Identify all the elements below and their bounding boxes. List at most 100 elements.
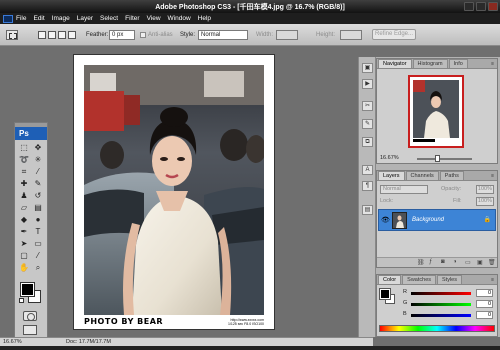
width-input[interactable] <box>276 30 298 40</box>
layer-mask-icon[interactable]: ◙ <box>441 259 445 265</box>
tab-histogram[interactable]: Histogram <box>412 59 448 68</box>
zoom-tool-icon[interactable]: ⌕ <box>32 262 44 273</box>
layers-footer: ⛓ ƒ ◙ ◑ ▭ ▣ 🗑 <box>377 257 497 267</box>
link-layers-icon[interactable]: ⛓ <box>417 259 425 266</box>
layers-panel-menu-icon[interactable]: ≡ <box>491 173 494 179</box>
minimize-button[interactable] <box>464 2 474 11</box>
crop-tool-icon[interactable]: ⌗ <box>18 166 30 177</box>
app-logo-icon[interactable] <box>3 14 13 23</box>
channel-r-slider[interactable] <box>411 292 471 295</box>
style-select[interactable]: Normal <box>198 30 248 40</box>
opacity-input[interactable]: 100% <box>476 185 494 194</box>
tab-layers[interactable]: Layers <box>378 171 405 180</box>
marquee-tool-icon[interactable]: ⬚ <box>18 142 30 153</box>
menu-image[interactable]: Image <box>52 15 70 22</box>
eraser-tool-icon[interactable]: ▱ <box>18 202 30 213</box>
navigator-zoom-slider[interactable] <box>417 158 472 160</box>
navigator-thumbnail[interactable] <box>408 75 464 148</box>
new-selection-icon[interactable] <box>38 31 46 39</box>
color-panel: Color Swatches Styles ≡ R 0 G 0 B 0 <box>376 274 498 337</box>
status-zoom[interactable]: 16.67% <box>3 339 22 345</box>
color-fg-swatch[interactable] <box>379 288 391 300</box>
paragraph-panel-icon[interactable]: ¶ <box>362 181 373 191</box>
history-brush-tool-icon[interactable]: ↺ <box>32 190 44 201</box>
type-tool-icon[interactable]: T <box>32 226 44 237</box>
channel-g-input[interactable]: 0 <box>476 300 493 308</box>
tool-presets-panel-icon[interactable]: ✂ <box>362 101 373 111</box>
layer-row[interactable]: 👁 Background 🔒 <box>378 209 496 231</box>
layer-name[interactable]: Background <box>412 217 444 223</box>
color-spectrum[interactable] <box>379 325 495 332</box>
menu-file[interactable]: File <box>16 15 26 22</box>
color-panel-menu-icon[interactable]: ≡ <box>491 277 494 283</box>
foreground-color-swatch[interactable] <box>20 282 35 297</box>
channel-r-input[interactable]: 0 <box>476 289 493 297</box>
gradient-tool-icon[interactable]: ▤ <box>32 202 44 213</box>
intersect-selection-icon[interactable] <box>68 31 76 39</box>
pen-tool-icon[interactable]: ✒ <box>18 226 30 237</box>
magic-wand-tool-icon[interactable]: ✳ <box>32 154 44 165</box>
adjustment-layer-icon[interactable]: ◑ <box>453 259 457 265</box>
channel-b-input[interactable]: 0 <box>476 311 493 319</box>
navigator-zoom-knob[interactable] <box>435 155 440 162</box>
new-group-icon[interactable]: ▭ <box>465 259 471 266</box>
layer-comps-panel-icon[interactable]: ▤ <box>362 205 373 215</box>
tab-navigator[interactable]: Navigator <box>378 59 412 68</box>
ps-logo: Ps <box>15 127 47 140</box>
tab-info[interactable]: Info <box>448 59 468 68</box>
document-canvas[interactable]: PHOTO BY BEAR http://www.xxxxx.com 1/125… <box>73 54 275 330</box>
clone-stamp-tool-icon[interactable]: ♟ <box>18 190 30 201</box>
add-selection-icon[interactable] <box>48 31 56 39</box>
quick-mask-button[interactable] <box>23 311 37 321</box>
menu-select[interactable]: Select <box>100 15 118 22</box>
path-selection-tool-icon[interactable]: ➤ <box>18 238 30 249</box>
blur-tool-icon[interactable]: ◆ <box>18 214 30 225</box>
refine-edge-button[interactable]: Refine Edge... <box>372 29 416 40</box>
brush-tool-icon[interactable]: ✎ <box>32 178 44 189</box>
navigator-zoom-value[interactable]: 16.67% <box>380 155 399 161</box>
channel-g-slider[interactable] <box>411 303 471 306</box>
feather-input[interactable]: 0 px <box>109 30 135 40</box>
menu-window[interactable]: Window <box>168 15 191 22</box>
slice-tool-icon[interactable]: ⁄ <box>32 166 44 177</box>
move-tool-icon[interactable]: ✥ <box>32 142 44 153</box>
tab-paths[interactable]: Paths <box>439 171 464 180</box>
menu-edit[interactable]: Edit <box>33 15 44 22</box>
new-layer-icon[interactable]: ▣ <box>477 259 483 266</box>
default-colors-icon[interactable] <box>19 298 24 303</box>
actions-panel-icon[interactable]: ▶ <box>362 79 373 89</box>
close-button[interactable] <box>488 2 498 11</box>
channel-b-slider[interactable] <box>411 314 471 317</box>
brushes-panel-icon[interactable]: ✎ <box>362 119 373 129</box>
subtract-selection-icon[interactable] <box>58 31 66 39</box>
height-input[interactable] <box>340 30 362 40</box>
dodge-tool-icon[interactable]: ● <box>32 214 44 225</box>
delete-layer-icon[interactable]: 🗑 <box>488 259 496 266</box>
panel-menu-icon[interactable]: ≡ <box>491 61 494 67</box>
tab-color[interactable]: Color <box>378 275 402 284</box>
tab-styles[interactable]: Styles <box>437 275 462 284</box>
healing-brush-tool-icon[interactable]: ✚ <box>18 178 30 189</box>
notes-tool-icon[interactable]: ▢ <box>18 250 30 261</box>
character-panel-icon[interactable]: A <box>362 165 373 175</box>
fill-input[interactable]: 100% <box>476 197 494 206</box>
menu-view[interactable]: View <box>147 15 161 22</box>
menu-help[interactable]: Help <box>198 15 211 22</box>
antialias-checkbox[interactable] <box>140 32 146 38</box>
menu-filter[interactable]: Filter <box>125 15 139 22</box>
history-panel-icon[interactable]: ▣ <box>362 63 373 73</box>
tab-swatches[interactable]: Swatches <box>402 275 437 284</box>
layer-style-icon[interactable]: ƒ <box>429 259 432 265</box>
tab-channels[interactable]: Channels <box>405 171 439 180</box>
shape-tool-icon[interactable]: ▭ <box>32 238 44 249</box>
screen-mode-button[interactable] <box>23 325 37 335</box>
blend-mode-select[interactable]: Normal <box>380 185 428 194</box>
tool-preset-picker[interactable] <box>6 30 18 40</box>
hand-tool-icon[interactable]: ✋ <box>18 262 30 273</box>
maximize-button[interactable] <box>476 2 486 11</box>
eyedropper-tool-icon[interactable]: ⁄ <box>32 250 44 261</box>
visibility-eye-icon[interactable]: 👁 <box>381 216 390 224</box>
lasso-tool-icon[interactable]: ➰ <box>18 154 30 165</box>
menu-layer[interactable]: Layer <box>77 15 93 22</box>
clone-source-panel-icon[interactable]: ⧉ <box>362 137 373 147</box>
